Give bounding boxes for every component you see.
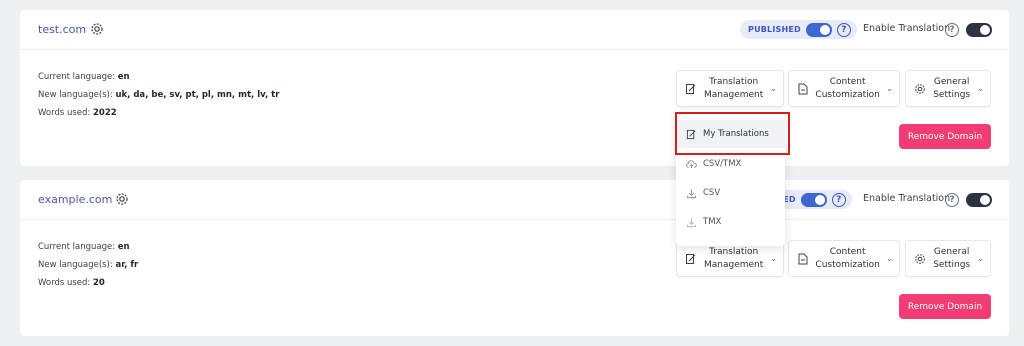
published-toggle[interactable] (805, 22, 832, 37)
gear-icon (915, 83, 925, 94)
language-info: Current language: en New language(s): uk… (38, 72, 280, 118)
content-customization-button[interactable]: Content Customization ⌄ (788, 240, 900, 277)
chevron-down-icon: ⌄ (886, 254, 893, 263)
edit-document-icon (686, 129, 696, 139)
enable-translation-label: Enable Translation (863, 193, 951, 204)
help-icon[interactable]: ? (945, 193, 959, 207)
gear-icon[interactable] (115, 192, 129, 206)
translation-management-button[interactable]: Translation Management ⌄ (676, 70, 784, 107)
gear-icon[interactable] (90, 22, 104, 36)
domain-card-test: test.com PUBLISHED ? Enable Translation … (20, 10, 1009, 166)
chevron-down-icon: ⌄ (977, 254, 984, 263)
general-settings-button[interactable]: General Settings ⌄ (905, 70, 991, 107)
document-icon (798, 83, 808, 94)
menu-item-csv-tmx[interactable]: CSV/TMX (676, 150, 785, 178)
help-icon[interactable]: ? (945, 23, 959, 37)
menu-item-my-translations[interactable]: My Translations (676, 120, 785, 148)
language-info: Current language: en New language(s): ar… (38, 242, 139, 288)
translation-management-dropdown: My Translations CSV/TMX CSV TMX (676, 110, 785, 246)
gear-icon (915, 253, 925, 264)
edit-document-icon (686, 253, 696, 264)
enable-translation-toggle[interactable] (966, 193, 992, 207)
general-settings-button[interactable]: General Settings ⌄ (905, 240, 991, 277)
menu-item-tmx[interactable]: TMX (676, 208, 785, 236)
domain-name[interactable]: example.com (38, 193, 112, 206)
card-header: test.com PUBLISHED ? Enable Translation … (20, 10, 1009, 50)
domain-card-example: example.com IED ? Enable Translation ? C… (20, 180, 1009, 336)
remove-domain-button[interactable]: Remove Domain (899, 124, 991, 149)
cloud-upload-icon (686, 159, 697, 168)
remove-domain-button[interactable]: Remove Domain (899, 294, 991, 319)
enable-translation-toggle[interactable] (966, 23, 992, 37)
domain-name[interactable]: test.com (38, 23, 86, 36)
published-toggle[interactable] (800, 192, 827, 207)
published-badge: PUBLISHED ? (740, 20, 857, 39)
edit-document-icon (686, 83, 696, 94)
download-icon (686, 188, 697, 198)
help-icon[interactable]: ? (836, 22, 851, 37)
chevron-down-icon: ⌄ (977, 84, 984, 93)
published-label: PUBLISHED (748, 25, 801, 34)
enable-translation-label: Enable Translation (863, 23, 951, 34)
card-header: example.com IED ? Enable Translation ? (20, 180, 1009, 220)
chevron-down-icon: ⌄ (770, 254, 777, 263)
menu-item-csv[interactable]: CSV (676, 179, 785, 207)
help-icon[interactable]: ? (831, 192, 846, 207)
chevron-down-icon: ⌄ (770, 84, 777, 93)
chevron-down-icon: ⌄ (886, 84, 893, 93)
download-icon (686, 217, 697, 227)
content-customization-button[interactable]: Content Customization ⌄ (788, 70, 900, 107)
document-icon (798, 253, 808, 264)
